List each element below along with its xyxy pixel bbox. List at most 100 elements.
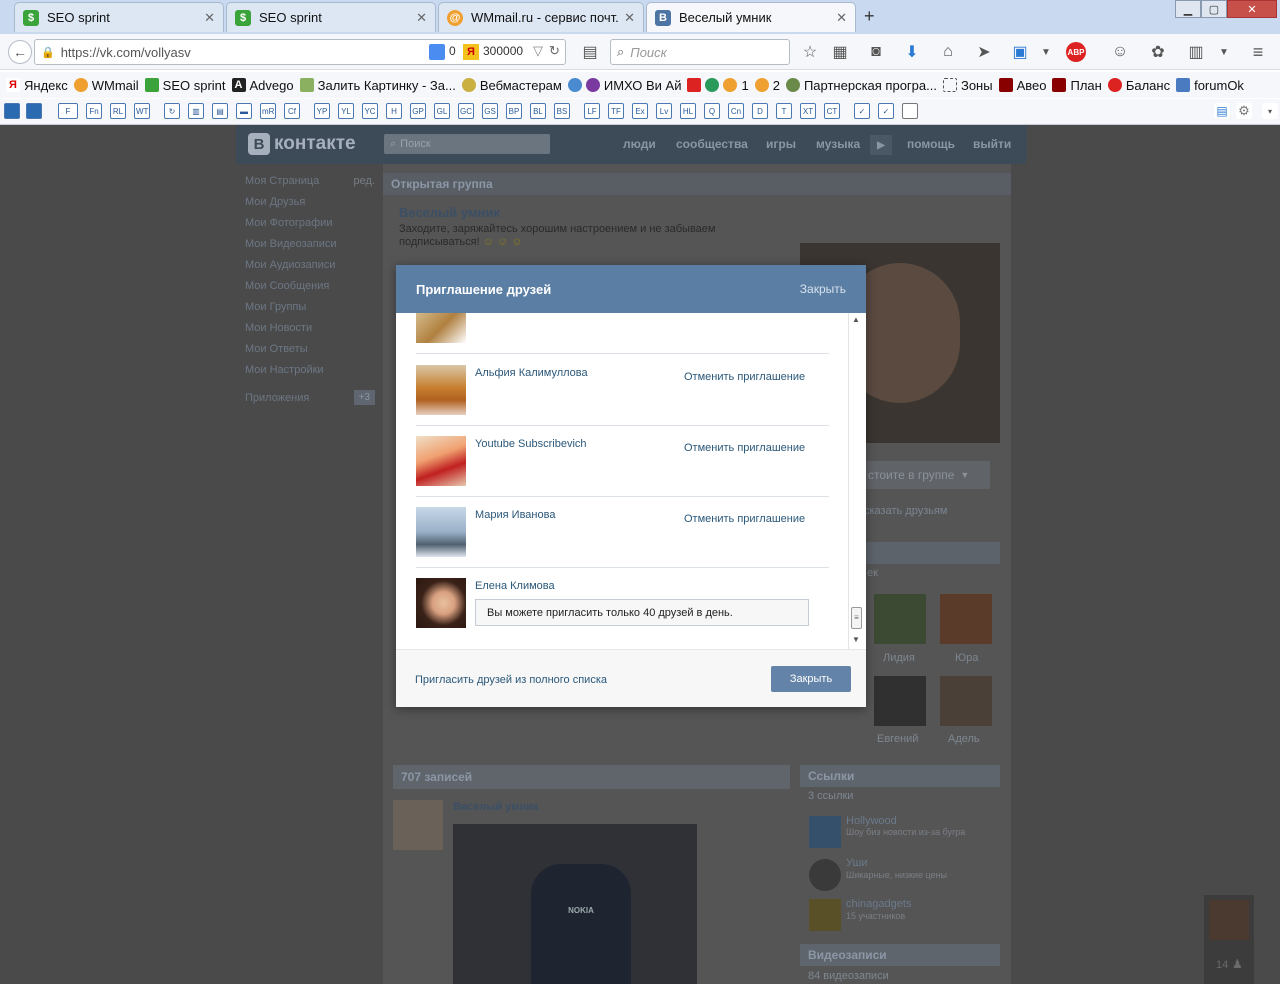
- reload-icon[interactable]: ↻: [549, 43, 560, 59]
- extension-icon[interactable]: ✿: [1148, 42, 1168, 62]
- refresh-tool-icon[interactable]: ↻: [164, 103, 180, 119]
- cancel-invite-button[interactable]: Отменить приглашение: [684, 371, 805, 383]
- menu-item-friends[interactable]: Мои Друзья: [245, 191, 375, 212]
- adblock-icon[interactable]: ABP: [1066, 42, 1086, 62]
- grid-icon[interactable]: [4, 103, 20, 119]
- friend-avatar[interactable]: [416, 507, 466, 557]
- window-close-button[interactable]: ✕: [1227, 0, 1277, 18]
- toolbar-button-yl[interactable]: YL: [338, 103, 354, 119]
- vk-nav-people[interactable]: люди: [623, 137, 656, 151]
- tab-vk-active[interactable]: B Веселый умник ✕: [646, 2, 856, 32]
- close-tab-icon[interactable]: ✕: [624, 10, 635, 26]
- link-name[interactable]: chinagadgets: [846, 898, 911, 910]
- scroll-up-icon[interactable]: ▲: [852, 315, 860, 324]
- friend-name[interactable]: Мария Иванова: [475, 509, 555, 521]
- toolbar-button-gs[interactable]: GS: [482, 103, 498, 119]
- menu-item-apps[interactable]: Приложения +3: [245, 387, 375, 408]
- menu-item-my-page[interactable]: Моя Страница ред.: [245, 170, 375, 191]
- bookmark-aveo[interactable]: Авео: [998, 78, 1046, 93]
- line-tool-icon[interactable]: ▬: [236, 103, 252, 119]
- menu-icon[interactable]: ≡: [1248, 42, 1268, 62]
- toolbar-button-q[interactable]: Q: [704, 103, 720, 119]
- list-scrollbar[interactable]: ▲ ≡ ▼: [848, 313, 864, 649]
- dropdown-icon[interactable]: ▽: [533, 43, 543, 59]
- bookmark-yandex[interactable]: Я Яндекс: [6, 78, 68, 93]
- menu-item-news[interactable]: Мои Новости: [245, 317, 375, 338]
- star-icon[interactable]: ☆: [800, 42, 820, 62]
- link-thumb[interactable]: [809, 816, 841, 848]
- toolbar-button-t[interactable]: T: [776, 103, 792, 119]
- new-tab-button[interactable]: +: [864, 6, 875, 27]
- bookmarks-list-icon[interactable]: ▦: [830, 42, 850, 62]
- toolbar-button-cf[interactable]: Cf: [284, 103, 300, 119]
- link-name[interactable]: Hollywood: [846, 815, 897, 827]
- bookmark-imho[interactable]: ИМХО Ви Ай: [567, 78, 681, 93]
- vk-nav-communities[interactable]: сообщества: [676, 137, 748, 151]
- toolbar-button-cn[interactable]: Cn: [728, 103, 744, 119]
- maximize-button[interactable]: ▢: [1201, 0, 1227, 18]
- checkbox-empty-icon[interactable]: [902, 103, 918, 119]
- toolbar-button-fn[interactable]: Fn: [86, 103, 102, 119]
- chart-tool-icon[interactable]: ▥: [188, 103, 204, 119]
- browser-search-input[interactable]: ⌕ Поиск: [610, 39, 790, 65]
- bookmark-partner[interactable]: Партнерская програ...: [785, 78, 937, 93]
- gear-icon[interactable]: ⚙: [1236, 103, 1252, 119]
- modal-close-link[interactable]: Закрыть: [800, 282, 846, 296]
- post-author-avatar[interactable]: [393, 800, 443, 850]
- menu-item-videos[interactable]: Мои Видеозаписи: [245, 233, 375, 254]
- url-bar[interactable]: 🔒 https://vk.com/vollyasv 0 Я 300000 ▽ ↻: [34, 39, 566, 65]
- vk-nav-logout[interactable]: выйти: [973, 137, 1011, 151]
- bookmark-balance[interactable]: Баланс: [1107, 78, 1170, 93]
- post-image[interactable]: NOKIA: [453, 824, 697, 984]
- toolbar-button-ct[interactable]: CT: [824, 103, 840, 119]
- toolbar-button-yc[interactable]: YC: [362, 103, 378, 119]
- chevron-down-icon[interactable]: ▼: [1214, 42, 1234, 62]
- reader-icon[interactable]: ▤: [580, 42, 600, 62]
- chevron-down-icon[interactable]: ▼: [1036, 42, 1056, 62]
- chat-icon[interactable]: ☺: [1110, 42, 1130, 62]
- vk-logo[interactable]: Bконтакте: [248, 133, 356, 155]
- member-name[interactable]: Юра: [955, 652, 978, 664]
- friend-name[interactable]: Youtube Subscribevich: [475, 438, 587, 450]
- minimize-button[interactable]: ▁: [1175, 0, 1201, 18]
- vk-search-input[interactable]: ⌕ Поиск: [384, 134, 550, 154]
- friend-avatar[interactable]: [416, 365, 466, 415]
- bookmark-image-upload[interactable]: Залить Картинку - За...: [299, 78, 456, 93]
- toolbar-button-bp[interactable]: BP: [506, 103, 522, 119]
- toolbar-button-lf[interactable]: LF: [584, 103, 600, 119]
- toolbar-button-gp[interactable]: GP: [410, 103, 426, 119]
- bookmark-zones[interactable]: Зоны: [942, 78, 993, 93]
- vk-nav-help[interactable]: помощь: [907, 137, 955, 151]
- toolbar-button-gc[interactable]: GC: [458, 103, 474, 119]
- menu-item-photos[interactable]: Мои Фотографии: [245, 212, 375, 233]
- member-avatar[interactable]: [940, 594, 992, 644]
- vk-nav-music[interactable]: музыка: [816, 137, 860, 151]
- member-name[interactable]: Адель: [948, 733, 980, 745]
- member-name[interactable]: Евгений: [877, 733, 918, 745]
- bookmark-forumok[interactable]: forumOk: [1176, 78, 1244, 93]
- toolbar-button-f[interactable]: F: [58, 103, 78, 119]
- toolbar-button-xt[interactable]: XT: [800, 103, 816, 119]
- scroll-down-icon[interactable]: ▼: [852, 635, 860, 644]
- send-icon[interactable]: ➤: [974, 42, 994, 62]
- toolbar-button-gl[interactable]: GL: [434, 103, 450, 119]
- menu-item-groups[interactable]: Мои Группы: [245, 296, 375, 317]
- vk-nav-games[interactable]: игры: [766, 137, 796, 151]
- page-tool-icon[interactable]: ▤: [212, 103, 228, 119]
- grid-icon[interactable]: [26, 103, 42, 119]
- toolbar-button-ex[interactable]: Ex: [632, 103, 648, 119]
- checkbox-icon[interactable]: ✓: [854, 103, 870, 119]
- bookmark-wmmail[interactable]: WMmail: [73, 78, 139, 93]
- toolbar-button-bs[interactable]: BS: [554, 103, 570, 119]
- friend-avatar[interactable]: [416, 313, 466, 343]
- toolbar-button-lv[interactable]: Lv: [656, 103, 672, 119]
- menu-item-audio[interactable]: Мои Аудиозаписи: [245, 254, 375, 275]
- edit-link[interactable]: ред.: [354, 175, 375, 187]
- bookmark-2[interactable]: 2: [754, 78, 780, 93]
- close-button[interactable]: Закрыть: [771, 666, 851, 692]
- toolbar-button-tf[interactable]: TF: [608, 103, 624, 119]
- close-tab-icon[interactable]: ✕: [836, 10, 847, 26]
- toolbar-button-yp[interactable]: YP: [314, 103, 330, 119]
- toolbar-button-d[interactable]: D: [752, 103, 768, 119]
- bookmark-seo-sprint[interactable]: SEO sprint: [144, 78, 226, 93]
